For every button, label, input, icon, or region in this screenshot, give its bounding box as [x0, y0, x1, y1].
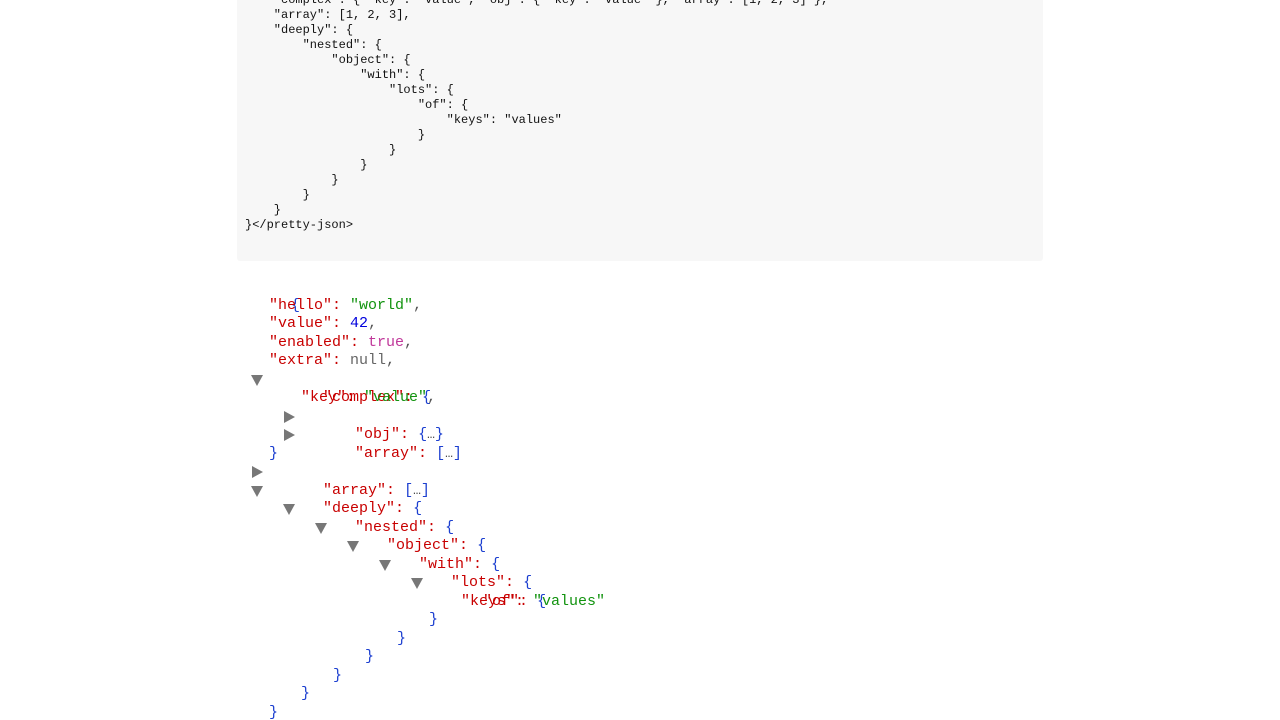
triangle-down-icon[interactable] [282, 502, 296, 516]
source-code-line: "of": { [245, 98, 469, 112]
value-enabled: true [368, 333, 405, 351]
value-extra: null [350, 352, 387, 369]
source-code-line: } [245, 158, 368, 172]
source-code-line: "keys": "values" [245, 113, 562, 127]
source-code-line: "nested": { [245, 38, 382, 52]
with-close-row: } [237, 648, 1037, 667]
source-code-line: } [245, 173, 339, 187]
entry-keys: "keys": "values" [237, 593, 1037, 612]
entry-hello: "hello": "world", [237, 297, 1037, 316]
entry-complex-array[interactable]: "array": […] [237, 426, 1037, 462]
value-keys: "values" [533, 592, 606, 610]
triangle-down-icon[interactable] [250, 373, 264, 387]
entry-with[interactable]: "with": { [237, 537, 1037, 573]
source-code-line: "array": [1, 2, 3], [245, 8, 411, 22]
key-enabled: "enabled" [269, 333, 351, 351]
entry-complex-obj[interactable]: "obj": {…} [237, 408, 1037, 443]
source-code-line: }</pretty-json> [245, 218, 354, 232]
comma: , [427, 389, 437, 406]
colon: : [332, 352, 342, 369]
comma: , [368, 315, 378, 332]
colon: : [332, 296, 342, 314]
triangle-down-icon[interactable] [378, 558, 392, 572]
entry-extra: "extra": null, [237, 352, 1037, 371]
key-hello: "hello" [269, 296, 333, 314]
comma: , [404, 333, 414, 351]
source-code-block: "extra": null, "complex": { "key": "valu… [237, 0, 1043, 261]
entry-deeply[interactable]: "deeply": { [237, 482, 1037, 517]
source-code-line: "lots": { [245, 83, 454, 97]
entry-complex-key: "key": "value", [237, 389, 1037, 408]
colon: : [515, 592, 525, 610]
close-brace: } [397, 629, 407, 647]
close-brace: } [269, 444, 279, 462]
close-brace: } [269, 703, 279, 720]
root-open-row: { [237, 278, 1037, 314]
triangle-down-icon[interactable] [314, 521, 328, 535]
source-code-line: "object": { [245, 53, 411, 67]
comma: , [413, 296, 423, 314]
entry-nested[interactable]: "nested": { [237, 500, 1037, 536]
source-code-line: } [245, 203, 282, 217]
triangle-right-icon[interactable] [282, 410, 296, 424]
close-brace: } [301, 685, 311, 702]
triangle-down-icon[interactable] [250, 484, 264, 498]
deeply-close-row: } [237, 704, 1037, 720]
triangle-down-icon[interactable] [346, 539, 360, 553]
source-code-line: } [245, 188, 310, 202]
triangle-right-icon[interactable] [282, 428, 296, 442]
lots-close-row: } [237, 630, 1037, 649]
key-value: "value" [269, 315, 333, 332]
source-code-line: } [245, 128, 426, 142]
entry-object[interactable]: "object": { [237, 519, 1037, 554]
key-extra: "extra" [269, 352, 333, 369]
of-close-row: } [237, 611, 1037, 630]
entry-of[interactable]: "of": { [237, 574, 1037, 610]
source-code-line: "with": { [245, 68, 426, 82]
key-keys: "keys" [461, 592, 516, 610]
close-brace: } [333, 666, 343, 684]
source-code-line: "complex": { "key": "value", "obj": { "k… [245, 0, 829, 7]
colon: : [332, 315, 342, 332]
value-complex-key: "value" [364, 389, 428, 406]
nested-close-row: } [237, 685, 1037, 704]
value-value: 42 [350, 315, 369, 332]
entry-lots[interactable]: "lots": { [237, 556, 1037, 591]
comma: , [386, 352, 396, 369]
page: "extra": null, "complex": { "key": "valu… [0, 0, 1280, 720]
colon: : [350, 333, 360, 351]
colon: : [346, 389, 356, 406]
entry-value: "value": 42, [237, 315, 1037, 334]
close-brace: } [365, 648, 375, 665]
triangle-down-icon[interactable] [410, 576, 424, 590]
source-code-lines: "extra": null, "complex": { "key": "valu… [245, 0, 1043, 233]
value-hello: "world" [350, 296, 414, 314]
complex-close-row: } [237, 445, 1037, 464]
pretty-json-tree: { "hello": "world", "value": 42, "enable… [237, 278, 1037, 720]
source-code-line: } [245, 143, 397, 157]
triangle-right-icon[interactable] [250, 465, 264, 479]
key-complex-key: "key" [301, 389, 347, 406]
entry-complex[interactable]: "complex": { [237, 371, 1037, 406]
source-code-line: "deeply": { [245, 23, 354, 37]
entry-enabled: "enabled": true, [237, 334, 1037, 353]
entry-array[interactable]: "array": […] [237, 463, 1037, 499]
close-brace: } [429, 611, 439, 628]
object-close-row: } [237, 667, 1037, 686]
